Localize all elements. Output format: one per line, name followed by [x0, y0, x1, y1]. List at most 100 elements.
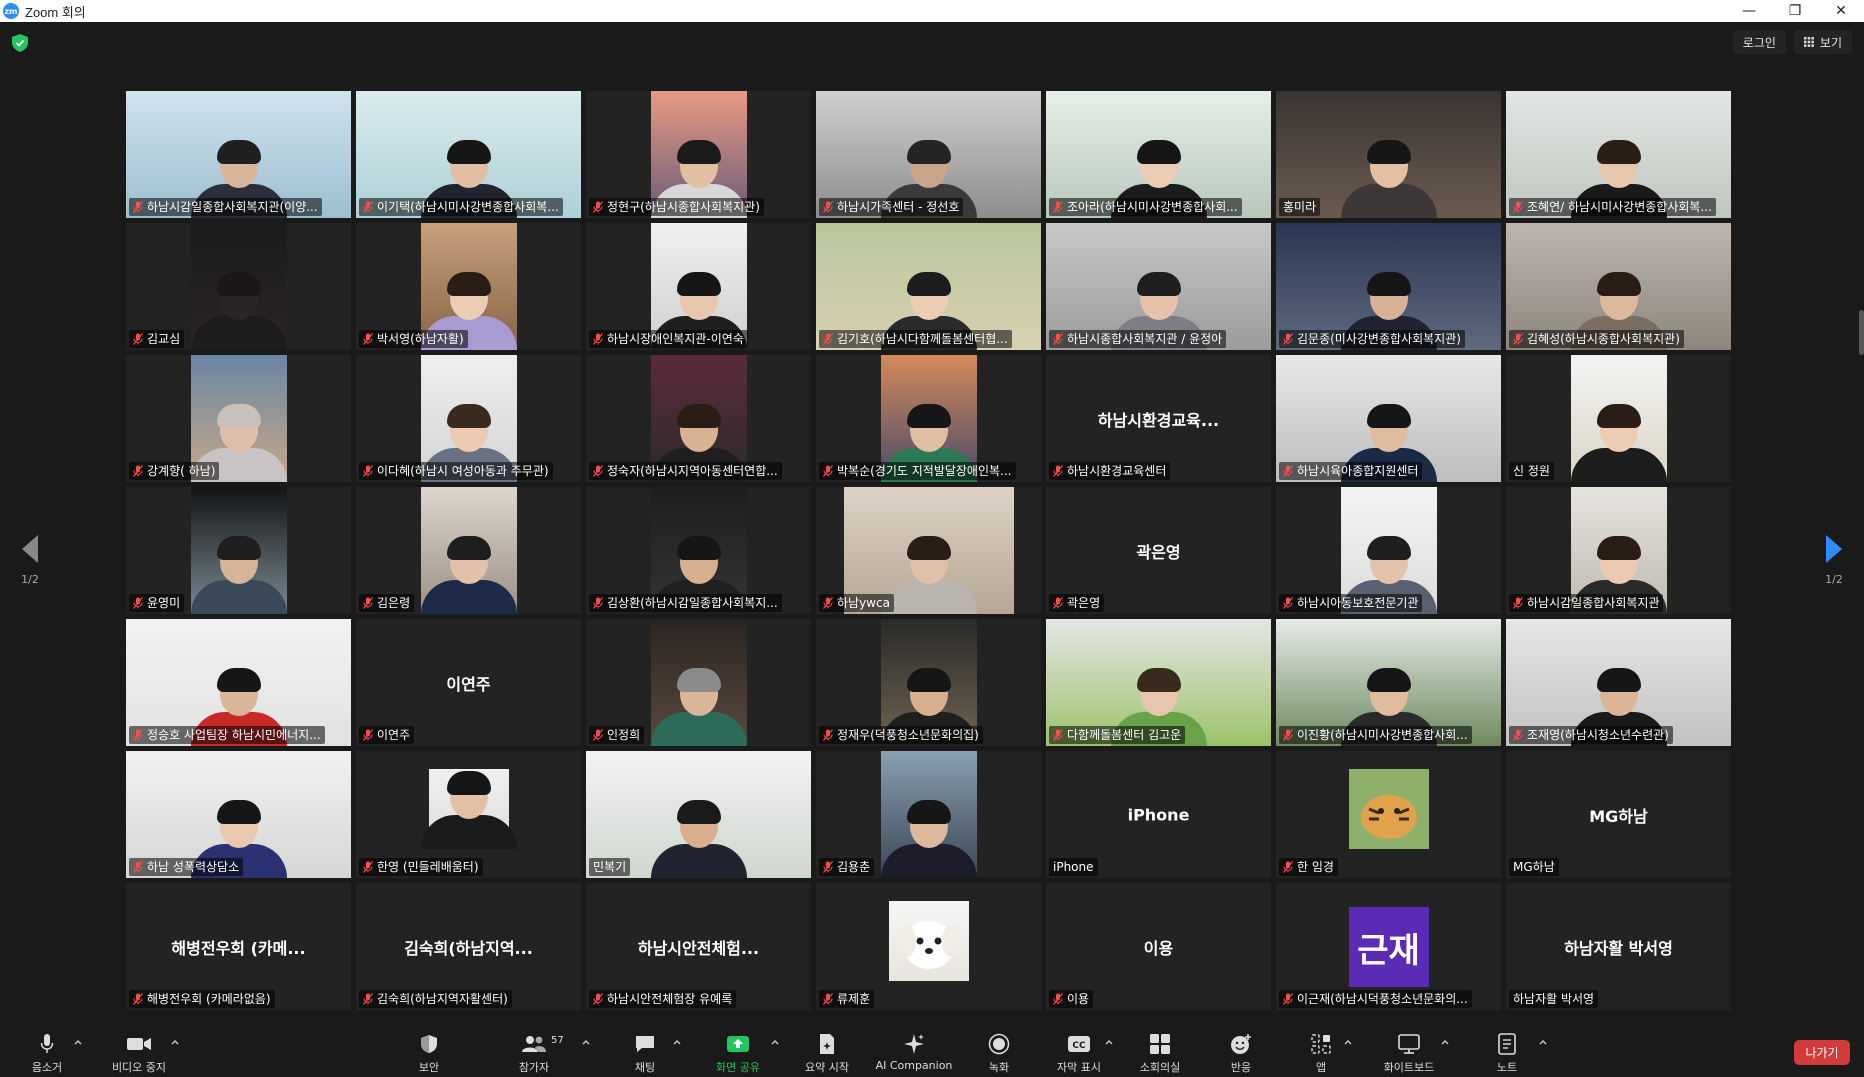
apps-options-caret-icon[interactable] [1343, 1037, 1353, 1047]
apps-button[interactable]: 앱 [1308, 1031, 1334, 1075]
participant-tile[interactable]: 이용 이용 [1046, 883, 1271, 1010]
participant-tile[interactable]: MG하남 MG하남 [1506, 751, 1731, 878]
participant-tile[interactable]: 한 임경 [1276, 751, 1501, 878]
participant-tile[interactable]: 김상환(하남시감일종합사회복지... [586, 487, 811, 614]
video-options-caret-icon[interactable] [170, 1037, 180, 1047]
participant-tile[interactable]: 하남시육아종합지원센터 [1276, 355, 1501, 482]
participant-tile[interactable]: 하남시감일종합사회복지관(이양... [126, 91, 351, 218]
participant-tile[interactable]: 정재우(덕풍청소년문화의집) [816, 619, 1041, 746]
participant-name-label: 해병전우회 (카메라없음) [129, 990, 275, 1008]
leave-meeting-button[interactable]: 나가기 [1794, 1040, 1850, 1065]
login-button[interactable]: 로그인 [1732, 30, 1786, 54]
participant-tile[interactable]: 하남시아동보호전문기관 [1276, 487, 1501, 614]
participant-video-feed [420, 487, 517, 614]
participant-tile[interactable]: 근재 이근재(하남시덕풍청소년문화의... [1276, 883, 1501, 1010]
participant-tile[interactable]: 박서영(하남자활) [356, 223, 581, 350]
participant-tile[interactable]: 이진황(하남시미사강변종합사회... [1276, 619, 1501, 746]
mute-button[interactable]: 음소거 [30, 1031, 64, 1075]
participant-tile[interactable]: 조재영(하남시청소년수련관) [1506, 619, 1731, 746]
share-options-caret-icon[interactable] [770, 1037, 780, 1047]
participant-tile[interactable]: 류제훈 [816, 883, 1041, 1010]
participants-options-caret-icon[interactable] [581, 1037, 591, 1047]
minimize-button[interactable]: — [1726, 0, 1772, 22]
whiteboard-button[interactable]: 화이트보드 [1378, 1031, 1440, 1075]
stop-video-button[interactable]: 비디오 중지 [106, 1031, 172, 1075]
participant-tile[interactable]: 정현구(하남시종합사회복지관) [586, 91, 811, 218]
audio-options-caret-icon[interactable] [73, 1037, 83, 1047]
muted-microphone-icon [593, 597, 603, 609]
participant-tile[interactable]: 하남시종합사회복지관 / 윤정아 [1046, 223, 1271, 350]
participant-tile[interactable]: 김교심 [126, 223, 351, 350]
breakout-rooms-button[interactable]: 소회의실 [1136, 1031, 1184, 1075]
participant-tile[interactable]: 김혜성(하남시종합사회복지관) [1506, 223, 1731, 350]
participant-tile[interactable]: 김은령 [356, 487, 581, 614]
participant-name: 조아라(하남시미사강변종합사회... [1067, 200, 1238, 214]
participant-tile[interactable]: 곽은영 곽은영 [1046, 487, 1271, 614]
participant-tile[interactable]: 조혜연/ 하남시미사강변종합사회복... [1506, 91, 1731, 218]
participant-tile[interactable]: 하남시감일종합사회복지관 [1506, 487, 1731, 614]
muted-microphone-icon [593, 465, 603, 477]
participant-name-label: 이진황(하남시미사강변종합사회... [1279, 726, 1472, 744]
muted-microphone-icon [593, 201, 603, 213]
participant-tile[interactable]: 신 정원 [1506, 355, 1731, 482]
whiteboard-options-caret-icon[interactable] [1440, 1037, 1450, 1047]
gallery-scrollbar[interactable] [1859, 310, 1864, 355]
security-button[interactable]: 보안 [414, 1031, 444, 1075]
participant-tile[interactable]: 하남ywca [816, 487, 1041, 614]
participant-tile[interactable]: 박복순(경기도 지적발달장애인복... [816, 355, 1041, 482]
participant-name-label: 이기택(하남시미사강변종합사회복... [359, 198, 563, 216]
participant-tile[interactable]: 김문종(미사강변종합사회복지관) [1276, 223, 1501, 350]
show-captions-button[interactable]: CC 자막 표시 [1054, 1031, 1104, 1075]
muted-microphone-icon [1513, 729, 1523, 741]
participant-tile[interactable]: 이다혜(하남시 여성아동과 주무관) [356, 355, 581, 482]
tiger-illustration-icon [1348, 769, 1429, 849]
participant-tile[interactable]: 조아라(하남시미사강변종합사회... [1046, 91, 1271, 218]
participant-tile[interactable]: iPhone iPhone [1046, 751, 1271, 878]
previous-page-button[interactable]: 1/2 [10, 535, 50, 586]
participant-tile[interactable]: 하남자활 박서영 하남자활 박서영 [1506, 883, 1731, 1010]
participant-tile[interactable]: 정숙자(하남시지역아동센터연합... [586, 355, 811, 482]
ai-companion-button[interactable]: AI Companion [874, 1031, 954, 1075]
view-button[interactable]: 보기 [1793, 30, 1852, 54]
participant-tile[interactable]: 하남시환경교육... 하남시환경교육센터 [1046, 355, 1271, 482]
captions-options-caret-icon[interactable] [1104, 1037, 1114, 1047]
participant-tile[interactable]: 윤영미 [126, 487, 351, 614]
participant-tile[interactable]: 강계향( 하남) [126, 355, 351, 482]
page-indicator-left: 1/2 [21, 573, 39, 586]
summary-document-icon [814, 1031, 840, 1057]
close-window-button[interactable]: ✕ [1818, 0, 1864, 22]
notes-button[interactable]: 노트 [1494, 1031, 1520, 1075]
chat-options-caret-icon[interactable] [672, 1037, 682, 1047]
participant-name: 김교심 [147, 332, 181, 346]
participant-name: 하남시안전체험장 유예록 [607, 992, 733, 1006]
participant-tile[interactable]: 김용춘 [816, 751, 1041, 878]
participant-tile[interactable]: 하남시가족센터 - 정선호 [816, 91, 1041, 218]
whiteboard-icon [1396, 1031, 1422, 1057]
record-button[interactable]: 녹화 [986, 1031, 1012, 1075]
next-page-button[interactable]: 1/2 [1814, 535, 1854, 586]
share-screen-button[interactable]: 화면 공유 [710, 1031, 766, 1075]
participant-tile[interactable]: 한영 (민들레배움터) [356, 751, 581, 878]
participant-silhouette [190, 536, 287, 614]
participant-tile[interactable]: 민복기 [586, 751, 811, 878]
encryption-shield-icon[interactable] [12, 34, 28, 52]
participant-tile[interactable]: 이연주 이연주 [356, 619, 581, 746]
participant-tile[interactable]: 김기호(하남시다함께돌봄센터협... [816, 223, 1041, 350]
notes-options-caret-icon[interactable] [1538, 1037, 1548, 1047]
participant-tile[interactable]: 하남시안전체험... 하남시안전체험장 유예록 [586, 883, 811, 1010]
start-summary-button[interactable]: 요약 시작 [800, 1031, 854, 1075]
participant-tile[interactable]: 인정희 [586, 619, 811, 746]
participant-tile[interactable]: 하남시장애인복지관-이연숙 [586, 223, 811, 350]
participant-tile[interactable]: 이기택(하남시미사강변종합사회복... [356, 91, 581, 218]
chat-button[interactable]: 채팅 [630, 1031, 660, 1075]
participant-tile[interactable]: 하남 성폭력상담소 [126, 751, 351, 878]
participant-name: 민복기 [593, 860, 627, 874]
restore-button[interactable]: ❐ [1772, 0, 1818, 22]
muted-microphone-icon [823, 597, 833, 609]
reactions-button[interactable]: 반응 [1228, 1031, 1254, 1075]
participant-tile[interactable]: 홍미라 [1276, 91, 1501, 218]
participant-tile[interactable]: 다함께돌봄센터 김고운 [1046, 619, 1271, 746]
participant-tile[interactable]: 해병전우회 (카메... 해병전우회 (카메라없음) [126, 883, 351, 1010]
participant-tile[interactable]: 김숙희(하남지역... 김숙희(하남지역자활센터) [356, 883, 581, 1010]
participant-tile[interactable]: 정승호 사업팀장 하남시민에너지... [126, 619, 351, 746]
